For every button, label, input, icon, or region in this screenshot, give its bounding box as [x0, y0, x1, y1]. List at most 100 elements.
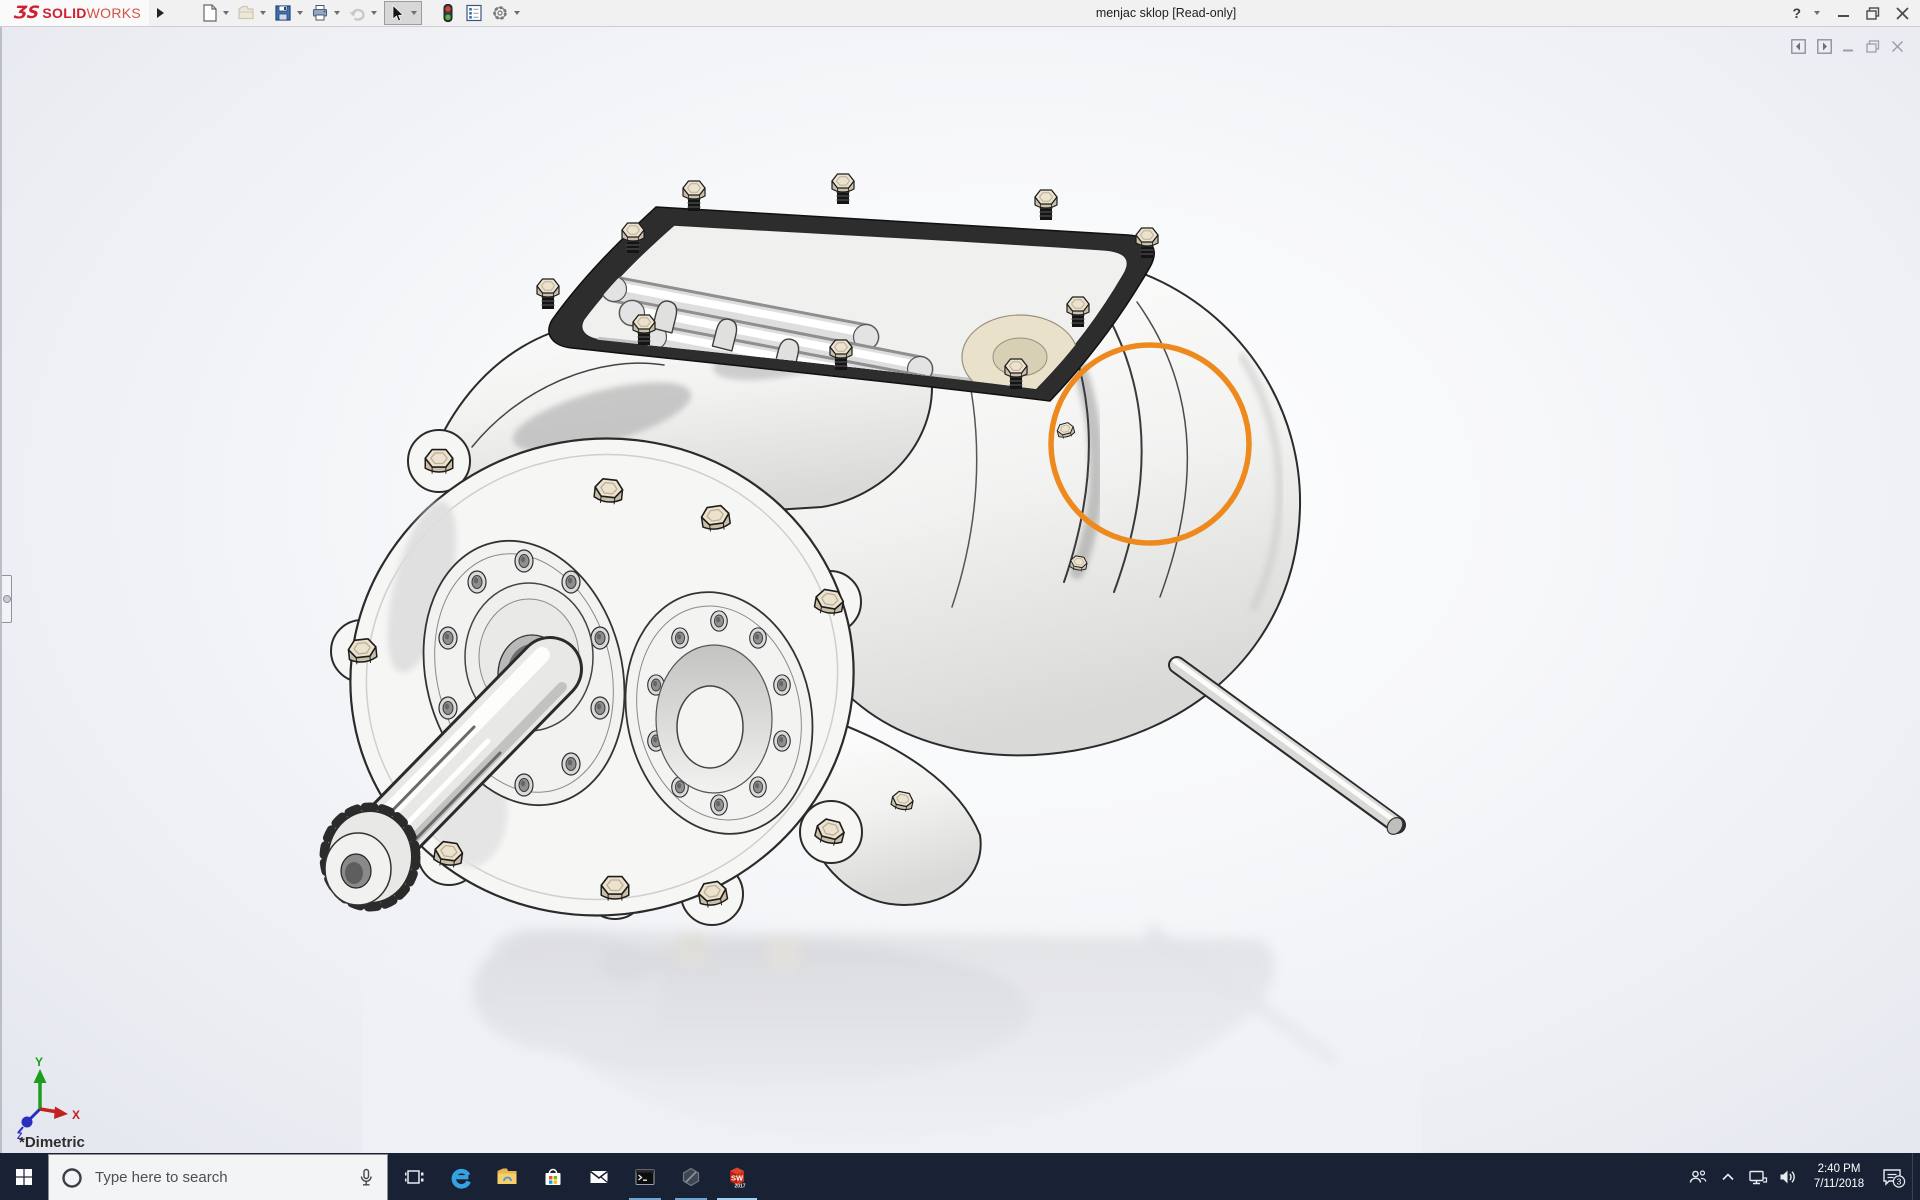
help-button[interactable]: ? — [1792, 5, 1801, 21]
solidworks-window: ƷS SOLIDWORKS — [0, 0, 1920, 1200]
open-folder-icon — [236, 3, 256, 23]
restore-icon — [1866, 7, 1880, 20]
minimize-icon — [1838, 7, 1850, 19]
select-tool-active[interactable] — [384, 1, 422, 25]
dropdown-caret[interactable] — [223, 11, 229, 15]
people-icon — [1686, 1165, 1710, 1189]
clock-time: 2:40 PM — [1804, 1162, 1874, 1177]
tray-overflow-button[interactable] — [1714, 1153, 1742, 1200]
doc-minimize-button[interactable] — [1843, 41, 1855, 53]
undo-icon — [347, 3, 367, 23]
document-title: menjac sklop [Read-only] — [1096, 6, 1236, 20]
sw-label: SW — [731, 1174, 744, 1183]
people-button[interactable] — [1684, 1153, 1712, 1200]
new-document-button[interactable] — [197, 2, 221, 24]
dropdown-caret[interactable] — [411, 11, 417, 15]
close-icon — [1896, 7, 1909, 20]
sw-year: 2017 — [734, 1184, 745, 1190]
titlebar: ƷS SOLIDWORKS — [0, 0, 1920, 27]
gear-icon — [490, 3, 510, 23]
undo-button[interactable] — [345, 2, 369, 24]
file-properties-icon — [464, 3, 484, 23]
windows-logo-icon — [15, 1168, 33, 1186]
quick-access-toolbar — [197, 1, 523, 25]
options-button[interactable] — [488, 2, 512, 24]
solidworks-logo-glyph: ƷS — [13, 3, 41, 23]
solidworks-app-button[interactable]: SW 2017 — [714, 1153, 760, 1200]
solidworks-logo: ƷS SOLIDWORKS — [0, 0, 149, 26]
dropdown-caret[interactable] — [334, 11, 340, 15]
show-desktop-button[interactable] — [1912, 1153, 1918, 1200]
traffic-light-icon — [438, 3, 458, 23]
doc-close-button[interactable] — [1891, 40, 1904, 53]
feature-manager-collapsed-tab[interactable] — [2, 575, 12, 623]
edge-button[interactable] — [438, 1153, 484, 1200]
task-view-icon — [404, 1166, 426, 1188]
hexagon-app-button[interactable] — [668, 1153, 714, 1200]
restore-button[interactable] — [1865, 3, 1881, 23]
speaker-icon — [1776, 1165, 1800, 1189]
solidworks-2017-icon: SW 2017 — [724, 1164, 750, 1190]
panel-right-icon — [1817, 39, 1832, 54]
command-prompt-icon — [633, 1165, 657, 1189]
minimize-button[interactable] — [1836, 3, 1852, 23]
print-button[interactable] — [308, 2, 332, 24]
mail-button[interactable] — [576, 1153, 622, 1200]
expand-left-panel-button[interactable] — [1791, 39, 1806, 54]
task-view-button[interactable] — [392, 1153, 438, 1200]
hexagon-app-icon — [679, 1165, 703, 1189]
model-canvas[interactable]: Z Y X — [2, 27, 1920, 1153]
document-window-controls — [1791, 39, 1904, 54]
search-input[interactable] — [91, 1169, 345, 1186]
action-center-button[interactable]: 3 — [1876, 1153, 1910, 1200]
save-floppy-icon — [273, 3, 293, 23]
view-orientation-label: *Dimetric — [19, 1134, 85, 1151]
microsoft-edge-icon — [449, 1165, 473, 1189]
expand-right-panel-button[interactable] — [1817, 39, 1832, 54]
output-shaft — [1175, 661, 1406, 837]
minimize-icon — [1843, 41, 1855, 53]
start-button[interactable] — [0, 1153, 48, 1200]
network-button[interactable] — [1744, 1153, 1772, 1200]
gearbox-model — [313, 174, 1407, 955]
command-prompt-button[interactable] — [622, 1153, 668, 1200]
save-button[interactable] — [271, 2, 295, 24]
clock-date: 7/11/2018 — [1804, 1177, 1874, 1192]
file-explorer-button[interactable] — [484, 1153, 530, 1200]
solidworks-logo-works: WORKS — [87, 5, 141, 21]
doc-restore-button[interactable] — [1866, 40, 1880, 53]
microphone-icon[interactable] — [355, 1167, 377, 1189]
open-button[interactable] — [234, 2, 258, 24]
graphics-area[interactable]: Z Y X — [0, 27, 1920, 1153]
file-properties-button[interactable] — [462, 2, 486, 24]
dropdown-caret[interactable] — [371, 11, 377, 15]
close-button[interactable] — [1894, 3, 1910, 23]
taskbar: SW 2017 — [0, 1153, 1920, 1200]
close-icon — [1891, 40, 1904, 53]
store-button[interactable] — [530, 1153, 576, 1200]
volume-button[interactable] — [1774, 1153, 1802, 1200]
taskbar-apps: SW 2017 — [392, 1153, 760, 1200]
tab-handle-dot — [3, 595, 11, 603]
taskbar-clock[interactable]: 2:40 PM 7/11/2018 — [1804, 1162, 1874, 1192]
dropdown-caret[interactable] — [260, 11, 266, 15]
play-arrow-icon — [157, 8, 164, 18]
dropdown-caret[interactable] — [297, 11, 303, 15]
panel-left-icon — [1791, 39, 1806, 54]
mail-icon — [587, 1165, 611, 1189]
print-icon — [310, 3, 330, 23]
triad-y-label: Y — [35, 1055, 43, 1069]
notification-badge: 3 — [1897, 1177, 1902, 1187]
network-icon — [1746, 1165, 1770, 1189]
rebuild-button[interactable] — [436, 2, 460, 24]
restore-icon — [1866, 40, 1880, 53]
system-tray: 2:40 PM 7/11/2018 3 — [1684, 1153, 1920, 1200]
menu-expand-arrow[interactable] — [149, 0, 171, 26]
file-explorer-icon — [495, 1165, 519, 1189]
dropdown-caret[interactable] — [514, 11, 520, 15]
taskbar-search[interactable] — [48, 1154, 388, 1200]
select-cursor-icon — [385, 2, 407, 24]
microsoft-store-icon — [541, 1165, 565, 1189]
reflection-fade — [362, 907, 1422, 1153]
help-dropdown-caret[interactable] — [1814, 11, 1820, 15]
